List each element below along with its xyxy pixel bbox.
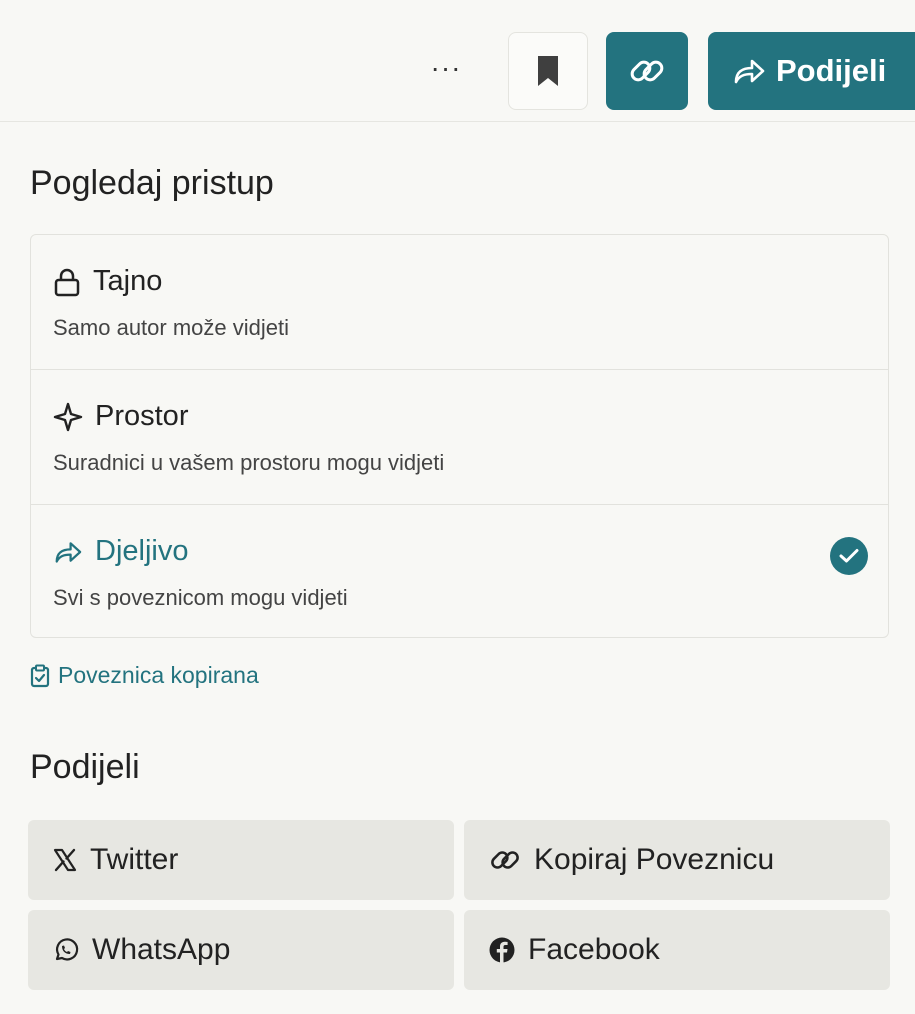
whatsapp-icon	[55, 938, 79, 961]
more-options-button[interactable]: ···	[418, 44, 474, 92]
share-copy-link-button[interactable]: Kopiraj Poveznicu	[464, 820, 890, 900]
bookmark-icon	[538, 56, 558, 86]
share-whatsapp-button[interactable]: WhatsApp	[28, 910, 454, 990]
share-button[interactable]: Podijeli	[708, 32, 915, 110]
share-facebook-button[interactable]: Facebook	[464, 910, 890, 990]
access-options-list: Tajno Samo autor može vidjeti Prostor Su…	[30, 234, 889, 638]
access-option-space[interactable]: Prostor Suradnici u vašem prostoru mogu …	[31, 369, 888, 503]
share-arrow-icon	[734, 59, 765, 84]
sparkle-icon	[53, 402, 83, 431]
access-option-description: Svi s poveznicom mogu vidjeti	[53, 585, 348, 610]
copy-link-button[interactable]	[606, 32, 688, 110]
access-option-label: Tajno	[93, 265, 163, 297]
access-option-description: Suradnici u vašem prostoru mogu vidjeti	[53, 450, 445, 475]
bookmark-button[interactable]	[508, 32, 588, 110]
share-button-label: Kopiraj Poveznicu	[534, 843, 775, 876]
share-button-label: Facebook	[528, 933, 660, 966]
share-button-label: Podijeli	[776, 53, 887, 88]
share-section-title: Podijeli	[30, 748, 140, 786]
x-twitter-icon	[53, 848, 77, 872]
link-copied-notice: Poveznica kopirana	[30, 662, 259, 689]
access-option-label: Djeljivo	[95, 535, 189, 567]
link-icon	[491, 851, 519, 869]
access-option-label: Prostor	[95, 400, 189, 432]
link-icon	[630, 60, 664, 82]
access-option-shareable[interactable]: Djeljivo Svi s poveznicom mogu vidjeti	[31, 504, 888, 638]
share-arrow-icon	[55, 541, 82, 563]
access-option-secret[interactable]: Tajno Samo autor može vidjeti	[31, 235, 888, 369]
lock-icon	[54, 268, 80, 296]
share-button-label: WhatsApp	[92, 933, 231, 966]
more-horizontal-icon: ···	[430, 52, 462, 83]
share-button-label: Twitter	[90, 843, 179, 876]
access-option-description: Samo autor može vidjeti	[53, 315, 289, 340]
link-copied-text: Poveznica kopirana	[58, 662, 259, 688]
share-twitter-button[interactable]: Twitter	[28, 820, 454, 900]
facebook-icon	[489, 937, 515, 963]
access-section-title: Pogledaj pristup	[30, 164, 274, 202]
clipboard-check-icon	[30, 664, 50, 687]
selected-check-icon	[830, 537, 868, 575]
toolbar: ··· Podijeli	[0, 0, 915, 122]
